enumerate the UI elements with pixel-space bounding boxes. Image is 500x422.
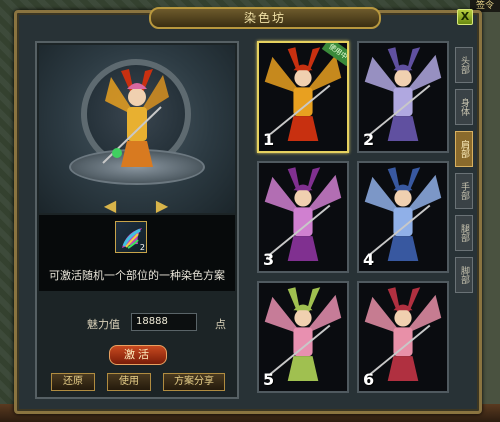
dye-scheme-slot-5[interactable]: 5 [257,281,349,393]
tab-body-part-6[interactable]: 脚部 [455,257,473,293]
tab-body-part-2[interactable]: 身体 [455,89,473,125]
item-count: 2 [139,243,145,252]
dye-scheme-slot-3[interactable]: 3 [257,161,349,273]
close-button[interactable]: X [457,9,473,25]
slot-number: 4 [363,250,375,269]
body-part-tabs: 头部身体肩部手部腿部脚部 [455,47,473,307]
dye-scheme-grid: 1 使用中 2 3 4 5 6 [257,41,457,397]
share-scheme-button[interactable]: 方案分享 [163,373,225,391]
apply-button[interactable]: 使用 [107,373,151,391]
character-figure [102,69,169,167]
item-area: 2 可激活随机一个部位的一种染色方案 [39,215,235,291]
action-buttons: 还原 使用 方案分享 [51,373,231,391]
slot-number: 6 [363,370,375,389]
slot-number: 5 [263,370,275,389]
charm-unit: 点 [215,318,226,331]
activate-button[interactable]: 激活 [109,345,167,365]
left-panel: ◀ ▶ 2 可激活随机一个部位的一种染色方案 魅力值 18888 点 激活 还原 [35,41,239,399]
tab-body-part-3[interactable]: 肩部 [455,131,473,167]
rotate-left-arrow[interactable]: ◀ [99,198,121,214]
dye-scheme-slot-1[interactable]: 1 使用中 [257,41,349,153]
slot-number: 2 [363,130,375,149]
dye-scheme-slot-6[interactable]: 6 [357,281,449,393]
tab-body-part-4[interactable]: 手部 [455,173,473,209]
slot-number: 3 [263,250,275,269]
dye-workshop-window: 染色坊 X ◀ ▶ 2 可激活随机一个部位的一种染色方案 魅力值 18888 点… [14,7,482,414]
character-preview: ◀ ▶ [39,45,235,214]
item-description: 可激活随机一个部位的一种染色方案 [49,269,225,282]
dye-item-icon[interactable]: 2 [115,221,147,253]
charm-value: 18888 [131,313,197,331]
charm-label: 魅力值 [87,318,120,331]
charm-row: 魅力值 18888 点 [57,313,247,333]
dye-scheme-slot-2[interactable]: 2 [357,41,449,153]
tab-body-part-1[interactable]: 头部 [455,47,473,83]
dye-scheme-slot-4[interactable]: 4 [357,161,449,273]
tab-body-part-5[interactable]: 腿部 [455,215,473,251]
restore-button[interactable]: 还原 [51,373,95,391]
slot-number: 1 [263,130,275,149]
rotate-right-arrow[interactable]: ▶ [151,198,173,214]
window-title: 染色坊 [149,7,381,29]
